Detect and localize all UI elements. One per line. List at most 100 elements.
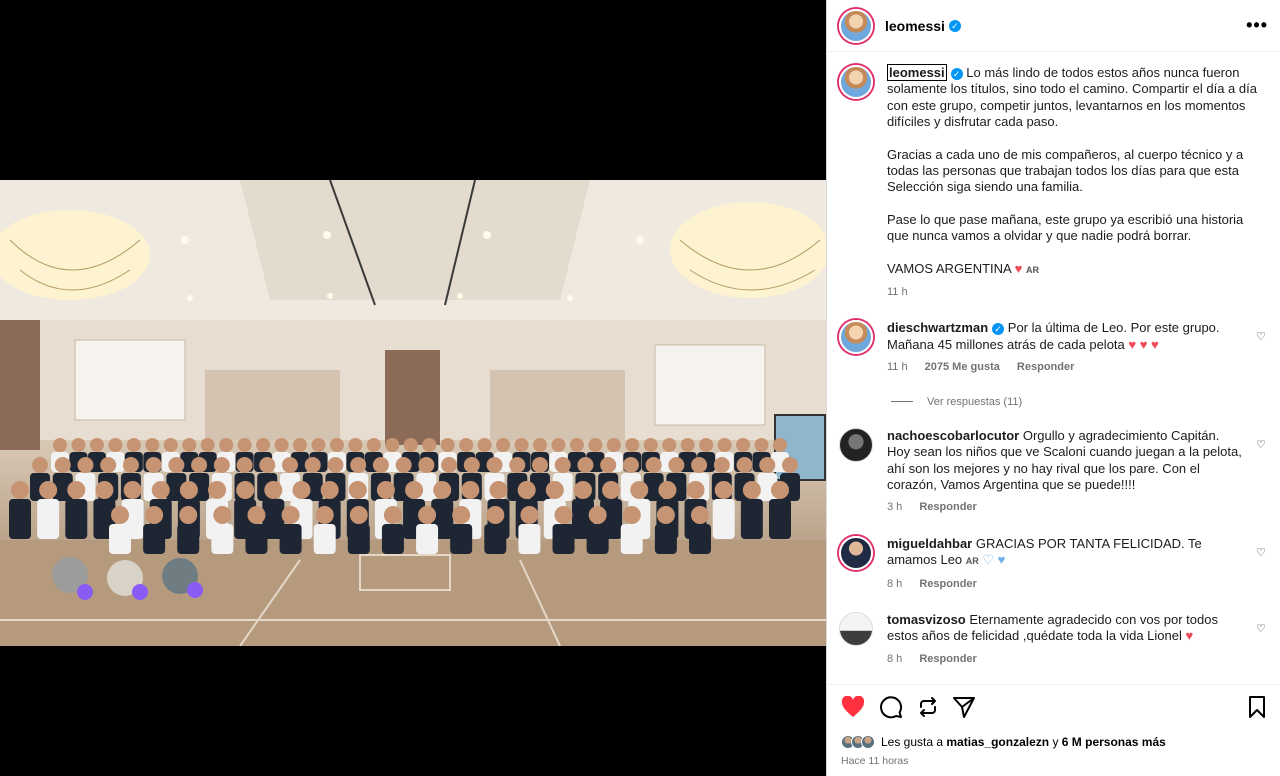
player-head (219, 438, 234, 452)
comment-time[interactable]: 8 h (887, 578, 902, 590)
author-username[interactable]: leomessi (885, 18, 945, 34)
player-body (37, 499, 60, 539)
player-head (588, 506, 607, 524)
player-body (620, 524, 643, 554)
comment-avatar[interactable] (839, 611, 873, 646)
player-head (236, 457, 253, 473)
player-head (496, 438, 511, 452)
reply-button[interactable]: Responder (919, 578, 976, 590)
posted-time[interactable]: Hace 11 horas (841, 755, 1266, 767)
player-head (200, 438, 215, 452)
player-head (237, 438, 252, 452)
player-body (65, 499, 88, 539)
likes-user[interactable]: matias_gonzalezn (946, 735, 1049, 749)
view-replies-button[interactable]: Ver respuestas (11) (891, 396, 1268, 408)
heart-emoji-icon: ♥ ♥ ♥ (1128, 336, 1159, 352)
likes-summary[interactable]: Les gusta a matias_gonzalezn y 6 M perso… (841, 735, 1266, 749)
caption-username[interactable]: leomessi (887, 64, 947, 81)
player-head (622, 506, 641, 524)
comment-time[interactable]: 8 h (887, 653, 902, 665)
author-avatar[interactable] (839, 8, 873, 43)
like-comment-heart-icon[interactable]: ♡ (1256, 438, 1268, 451)
comment-username[interactable]: migueldahbar (887, 536, 972, 551)
comment-avatar[interactable] (839, 320, 873, 355)
player-head (163, 438, 178, 452)
player-head (327, 457, 344, 473)
comment-username[interactable]: tomasvizoso (887, 612, 966, 627)
player-head (111, 506, 129, 524)
player-head (459, 438, 474, 452)
comment-username[interactable]: nachoescobarlocutor (887, 428, 1019, 443)
reply-button[interactable]: Responder (1017, 361, 1074, 373)
like-comment-heart-icon[interactable]: ♡ (1256, 330, 1268, 343)
player-head (602, 481, 621, 499)
player-head (532, 457, 548, 473)
comment-username[interactable]: dieschwartzman (887, 320, 988, 335)
player-head (53, 438, 67, 452)
comment-time[interactable]: 11 h (887, 361, 908, 373)
player-head (440, 438, 455, 452)
player-head (486, 457, 503, 473)
player-head (304, 457, 321, 473)
player-head (606, 438, 621, 452)
player-body (586, 524, 609, 554)
player-head (452, 506, 471, 524)
player-head (668, 457, 685, 473)
player-head (320, 481, 339, 499)
caption-time[interactable]: 11 h (887, 286, 908, 298)
comment-avatar[interactable] (839, 535, 873, 570)
player-head (405, 481, 424, 499)
repost-icon[interactable] (917, 696, 939, 723)
like-comment-heart-icon[interactable]: ♡ (1256, 622, 1268, 635)
like-comment-heart-icon[interactable]: ♡ (1256, 546, 1268, 559)
player-body (552, 524, 575, 554)
player-head (691, 506, 709, 524)
likes-count[interactable]: 6 M personas más (1062, 735, 1166, 749)
more-options-icon[interactable]: ••• (1246, 15, 1268, 36)
liker-avatar (861, 735, 875, 749)
comment-item: migueldahbar GRACIAS POR TANTA FELICIDAD… (839, 535, 1268, 592)
comment-time[interactable]: 3 h (887, 501, 902, 513)
save-bookmark-icon[interactable] (1248, 695, 1266, 723)
likes-prefix: Les gusta a (881, 735, 944, 749)
player-head (714, 481, 733, 499)
player-head (376, 481, 395, 499)
reply-button[interactable]: Responder (919, 653, 976, 665)
media-pane (0, 0, 826, 776)
player-head (348, 481, 367, 499)
player-body (109, 524, 131, 554)
comments-scroll[interactable]: leomessi ✓ Lo más lindo de todos estos añ… (827, 53, 1280, 684)
player-head (656, 506, 675, 524)
player-head (461, 481, 480, 499)
player-head (418, 506, 437, 524)
player-head (645, 457, 662, 473)
player-head (573, 481, 592, 499)
player-head (179, 481, 198, 499)
player-head (67, 481, 86, 499)
player-head (554, 506, 573, 524)
player-head (126, 438, 141, 452)
caption-paragraph-3: Pase lo que pase mañana, este grupo ya e… (887, 211, 1244, 244)
player-head (569, 438, 584, 452)
player-head (168, 457, 185, 473)
heart-emoji-icon: ♥ (1185, 628, 1194, 644)
replies-divider (891, 401, 913, 403)
player-head (742, 481, 761, 499)
player-head (292, 481, 311, 499)
player-body (654, 524, 677, 554)
reply-button[interactable]: Responder (919, 501, 976, 513)
player-head (680, 438, 695, 452)
caption-avatar[interactable] (839, 65, 873, 99)
player-head (95, 481, 114, 499)
player-head (182, 438, 197, 452)
team-photo[interactable] (0, 180, 826, 646)
comment-avatar[interactable] (839, 427, 873, 462)
share-send-icon[interactable] (953, 696, 975, 723)
like-heart-icon[interactable] (841, 695, 865, 723)
player-head (145, 506, 164, 524)
player-head (477, 438, 492, 452)
comment-bubble-icon[interactable] (879, 695, 903, 724)
player-body (381, 524, 404, 554)
comment-likes[interactable]: 2075 Me gusta (925, 361, 1000, 373)
comment-item: tomasvizoso Eternamente agradecido con v… (839, 611, 1268, 667)
